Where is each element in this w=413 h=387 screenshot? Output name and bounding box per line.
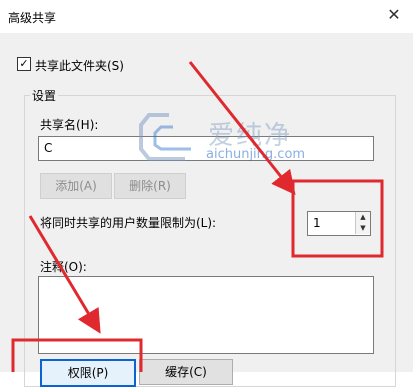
title-bar: 高级共享 ✕ — [0, 0, 413, 33]
caching-button[interactable]: 缓存(C) — [139, 359, 233, 385]
user-limit-label: 将同时共享的用户数量限制为(L): — [40, 216, 217, 230]
spin-down-icon[interactable]: ▼ — [355, 223, 370, 234]
remove-button[interactable]: 删除(R) — [114, 173, 186, 199]
user-limit-value: 1 — [313, 216, 321, 230]
share-name-label: 共享名(H): — [40, 118, 99, 132]
share-folder-label[interactable]: 共享此文件夹(S) — [35, 57, 124, 74]
add-button[interactable]: 添加(A) — [40, 173, 112, 199]
share-folder-checkbox[interactable]: ✓ — [17, 57, 31, 71]
close-icon[interactable]: ✕ — [383, 4, 405, 26]
permissions-button[interactable]: 权限(P) — [40, 359, 136, 387]
settings-group-title: 设置 — [30, 87, 59, 104]
watermark-url: aichunjing.com — [206, 147, 306, 162]
share-name-value: C — [44, 141, 53, 155]
aichunjing-logo — [139, 113, 191, 161]
spin-up-icon[interactable]: ▲ — [355, 212, 370, 223]
window-title: 高级共享 — [8, 11, 57, 25]
comment-label: 注释(O): — [40, 260, 87, 274]
comment-textarea[interactable] — [38, 276, 374, 354]
